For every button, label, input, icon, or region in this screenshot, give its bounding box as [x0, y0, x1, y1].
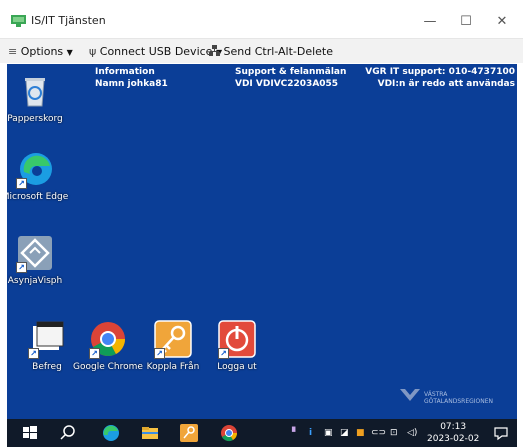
power-icon: ↗	[218, 320, 256, 359]
usb-icon: ψ	[89, 45, 97, 58]
key-icon	[180, 424, 198, 442]
taskbar-chrome[interactable]	[219, 423, 239, 443]
logga-label: Logga ut	[217, 362, 257, 372]
chrome-label: Google Chrome	[73, 362, 143, 372]
options-label: Options	[20, 45, 64, 58]
username-label: Namn johka81	[95, 79, 168, 89]
shortcut-arrow-icon: ↗	[16, 262, 27, 273]
folder-icon	[142, 427, 158, 439]
clock-time: 07:13	[440, 422, 467, 432]
vgr-line-2: GÖTALANDSREGIONEN	[424, 398, 494, 405]
chevron-down-icon: ▼	[66, 48, 73, 57]
desktop-icon-asynjavisph[interactable]: ↗ AsynjaVisph	[7, 234, 70, 287]
notifications-button[interactable]	[491, 423, 511, 443]
notification-icon	[494, 427, 508, 441]
befreg-label: Befreg	[32, 362, 62, 372]
shortcut-arrow-icon: ↗	[89, 348, 100, 359]
shortcut-arrow-icon: ↗	[218, 348, 229, 359]
info-column-1: Information Namn johka81	[95, 66, 168, 90]
maximize-button[interactable]: ☐	[448, 10, 484, 34]
desktop-icon-recycle-bin[interactable]: Papperskorg	[7, 72, 70, 125]
vdi-ready-status: VDI:n är redo att användas	[377, 79, 515, 89]
clock-date: 2023-02-02	[427, 434, 480, 444]
shortcut-arrow-icon: ↗	[16, 178, 27, 189]
windows-icon	[23, 426, 37, 439]
tray-monitor-icon[interactable]: ▣	[324, 428, 333, 438]
shortcut-arrow-icon: ↗	[28, 348, 39, 359]
connect-usb-label: Connect USB Device	[99, 45, 213, 58]
asynja-icon: ↗	[16, 234, 54, 273]
title-bar: IS/IT Tjänsten — ☐ ✕	[0, 7, 523, 37]
desktop-icon-koppla-fran[interactable]: ↗ Koppla Från	[138, 320, 208, 373]
vgr-watermark: VÄSTRA GÖTALANDSREGIONEN	[400, 389, 494, 405]
shortcut-arrow-icon: ↗	[154, 348, 165, 359]
taskbar-edge[interactable]	[101, 423, 121, 443]
vgr-line-1: VÄSTRA	[424, 391, 448, 398]
search-icon	[60, 425, 75, 440]
taskbar-search[interactable]	[58, 423, 78, 443]
desktop-icon-edge[interactable]: ↗ Microsoft Edge	[7, 150, 70, 203]
volume-icon[interactable]: ◁)	[407, 428, 417, 438]
recycle-bin-icon	[16, 72, 54, 110]
info-column-2: Support & felanmälan VDI VDIVC2203A055	[235, 66, 346, 90]
desktop-icon-logga-ut[interactable]: ↗ Logga ut	[202, 320, 272, 373]
tray-d-icon[interactable]: ◪	[340, 428, 349, 438]
chrome-icon	[221, 425, 238, 442]
tray-usb-icon[interactable]: ⊂⊃	[371, 428, 386, 438]
edge-icon: ↗	[16, 150, 54, 189]
chrome-icon: ↗	[89, 320, 127, 359]
desktop-icon-befreg[interactable]: ↗ Befreg	[12, 320, 82, 373]
tray-teams-icon[interactable]: ■	[356, 428, 365, 438]
options-menu[interactable]: ≡ Options ▼	[8, 44, 73, 59]
network-icon[interactable]: ⊡	[390, 428, 398, 438]
edge-icon	[103, 425, 119, 441]
tray-app-icon[interactable]: ▘	[292, 428, 299, 438]
it-support-phone: VGR IT support: 010-4737100	[365, 67, 515, 77]
vdi-name-label: VDI VDIVC2203A055	[235, 79, 339, 89]
taskbar: ▘ i ▣ ◪ ■ ⊂⊃ ⊡ ◁) 07:13 2023-02-02	[7, 419, 517, 447]
taskbar-file-explorer[interactable]	[140, 423, 160, 443]
support-label: Support & felanmälan	[235, 67, 347, 77]
toolbar: ≡ Options ▼ ψ Connect USB Device ▼ Send …	[0, 38, 523, 63]
information-label: Information	[95, 67, 155, 77]
vgr-logo-icon	[400, 389, 420, 401]
key-icon: ↗	[154, 320, 192, 359]
app-icon	[11, 15, 26, 27]
vdi-client-window: IS/IT Tjänsten — ☐ ✕ ≡ Options ▼ ψ Conne…	[0, 0, 523, 447]
befreg-icon: ↗	[28, 320, 66, 359]
hamburger-icon: ≡	[8, 45, 18, 58]
start-button[interactable]	[20, 423, 40, 443]
edge-label: Microsoft Edge	[7, 192, 69, 202]
close-button[interactable]: ✕	[484, 10, 520, 34]
connect-usb-menu[interactable]: ψ Connect USB Device ▼	[89, 44, 222, 59]
asynja-label: AsynjaVisph	[7, 276, 63, 286]
recycle-bin-label: Papperskorg	[7, 114, 63, 124]
desktop-icon-chrome[interactable]: ↗ Google Chrome	[73, 320, 143, 373]
send-ctrl-alt-delete-button[interactable]: Send Ctrl-Alt-Delete	[209, 44, 333, 59]
minimize-button[interactable]: —	[412, 10, 448, 34]
send-cad-label: Send Ctrl-Alt-Delete	[223, 45, 334, 58]
taskbar-clock[interactable]: 07:13 2023-02-02	[427, 421, 479, 445]
network-icon	[209, 45, 220, 56]
koppla-label: Koppla Från	[146, 362, 200, 372]
taskbar-koppla[interactable]	[179, 423, 199, 443]
window-title: IS/IT Tjänsten	[31, 14, 106, 27]
info-icon[interactable]: i	[309, 428, 312, 438]
info-column-3: VGR IT support: 010-4737100 VDI:n är red…	[365, 66, 515, 90]
remote-desktop[interactable]: Information Namn johka81 Support & felan…	[7, 64, 517, 419]
